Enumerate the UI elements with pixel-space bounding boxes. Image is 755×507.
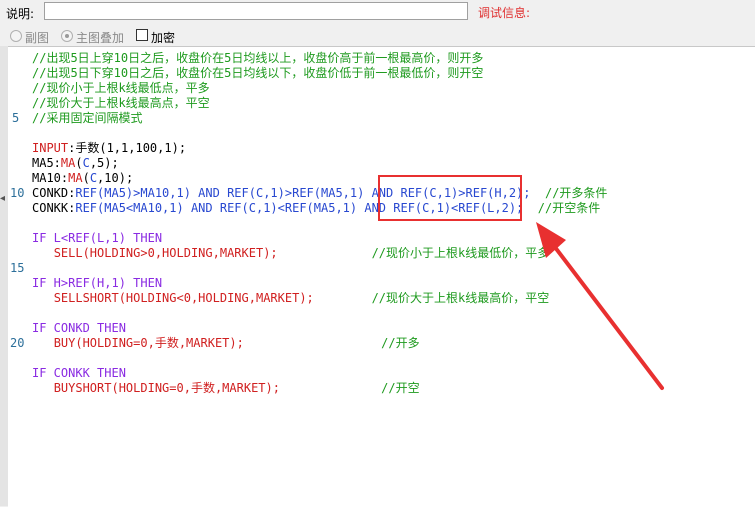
encrypt-label: 加密 — [151, 31, 176, 45]
code-line: INPUT:手数(1,1,100,1); — [32, 141, 186, 156]
description-input[interactable] — [44, 2, 468, 20]
buy-call: BUY(HOLDING=0,手数,MARKET); — [53, 336, 244, 350]
toolbar: 说明: 调试信息: — [0, 0, 755, 27]
code-line: //现价小于上根k线最低点，平多 — [32, 81, 210, 95]
expand-arrow-icon[interactable]: ◂ — [0, 193, 5, 204]
buy-comment: //开多 — [381, 336, 420, 350]
code-line: //出现5日下穿10日之后，收盘价在5日均线以下，收盘价低于前一根最低价，则开空 — [32, 66, 484, 80]
sellshort-comment: //现价大于上根k线最高价，平空 — [371, 291, 550, 305]
code-line: //出现5日上穿10日之后，收盘价在5日均线以上，收盘价高于前一根最高价，则开多 — [32, 51, 484, 65]
code-line: //现价大于上根k线最高点，平空 — [32, 96, 210, 110]
line-number: 5 — [12, 111, 20, 125]
description-label: 说明: — [6, 7, 35, 21]
input-params: :手数(1,1,100,1); — [68, 141, 187, 155]
annotation-highlight-box — [378, 175, 522, 221]
code-line: BUYSHORT(HOLDING=0,手数,MARKET); //开空 — [32, 381, 420, 396]
code-editor[interactable]: 5 10 15 20 //出现5日上穿10日之后，收盘价在5日均线以上，收盘价高… — [8, 46, 755, 507]
close-var: C — [82, 156, 90, 170]
paren: ( — [82, 171, 90, 185]
paren: ( — [75, 156, 83, 170]
sub-chart-label: 副图 — [25, 31, 50, 45]
options-row: 副图 主图叠加 加密 — [0, 27, 755, 46]
ma-function: MA — [68, 171, 83, 185]
conkd-comment: //开多条件 — [544, 186, 608, 200]
sell-comment: //现价小于上根k线最低价，平多 — [371, 246, 550, 260]
code-line: IF L<REF(L,1) THEN — [32, 231, 163, 245]
code-line: SELLSHORT(HOLDING<0,HOLDING,MARKET); //现… — [32, 291, 550, 306]
code-line: MA5:MA(C,5); — [32, 156, 119, 171]
code-line: BUY(HOLDING=0,手数,MARKET); //开多 — [32, 336, 420, 351]
ma10-args: ,10); — [97, 171, 134, 185]
code-line: IF CONKD THEN — [32, 321, 126, 335]
keyword-input: INPUT — [32, 141, 69, 155]
encrypt-checkbox[interactable] — [136, 29, 148, 41]
code-line: //采用固定间隔模式 — [32, 111, 143, 125]
buyshort-comment: //开空 — [381, 381, 420, 395]
code-area[interactable]: //出现5日上穿10日之后，收盘价在5日均线以上，收盘价高于前一根最高价，则开多… — [32, 47, 755, 507]
debug-info-label: 调试信息: — [478, 6, 531, 20]
conkk-comment: //开空条件 — [537, 201, 601, 215]
sub-chart-radio[interactable] — [10, 30, 22, 42]
conkk-name: CONKK: — [32, 201, 76, 215]
ma5-args: ,5); — [89, 156, 119, 170]
sellshort-call: SELLSHORT(HOLDING<0,HOLDING,MARKET); — [53, 291, 314, 305]
conkd-name: CONKD: — [32, 186, 76, 200]
sell-call: SELL(HOLDING>0,HOLDING,MARKET); — [53, 246, 278, 260]
close-var: C — [89, 171, 98, 185]
main-overlay-radio[interactable] — [61, 30, 73, 42]
code-line: SELL(HOLDING>0,HOLDING,MARKET); //现价小于上根… — [32, 246, 550, 261]
line-number-gutter: 5 10 15 20 — [8, 47, 32, 507]
main-overlay-label: 主图叠加 — [76, 31, 125, 45]
ma-function: MA — [60, 156, 76, 170]
ma5-name: MA5: — [32, 156, 61, 170]
line-number: 10 — [10, 186, 25, 200]
buyshort-call: BUYSHORT(HOLDING=0,手数,MARKET); — [53, 381, 280, 395]
ma10-name: MA10: — [32, 171, 69, 185]
line-number: 15 — [10, 261, 25, 275]
side-panel-strip[interactable]: ◂ — [0, 46, 8, 506]
code-line: IF H>REF(H,1) THEN — [32, 276, 163, 290]
line-number: 20 — [10, 336, 25, 350]
code-line: MA10:MA(C,10); — [32, 171, 133, 186]
code-line: IF CONKK THEN — [32, 366, 126, 380]
